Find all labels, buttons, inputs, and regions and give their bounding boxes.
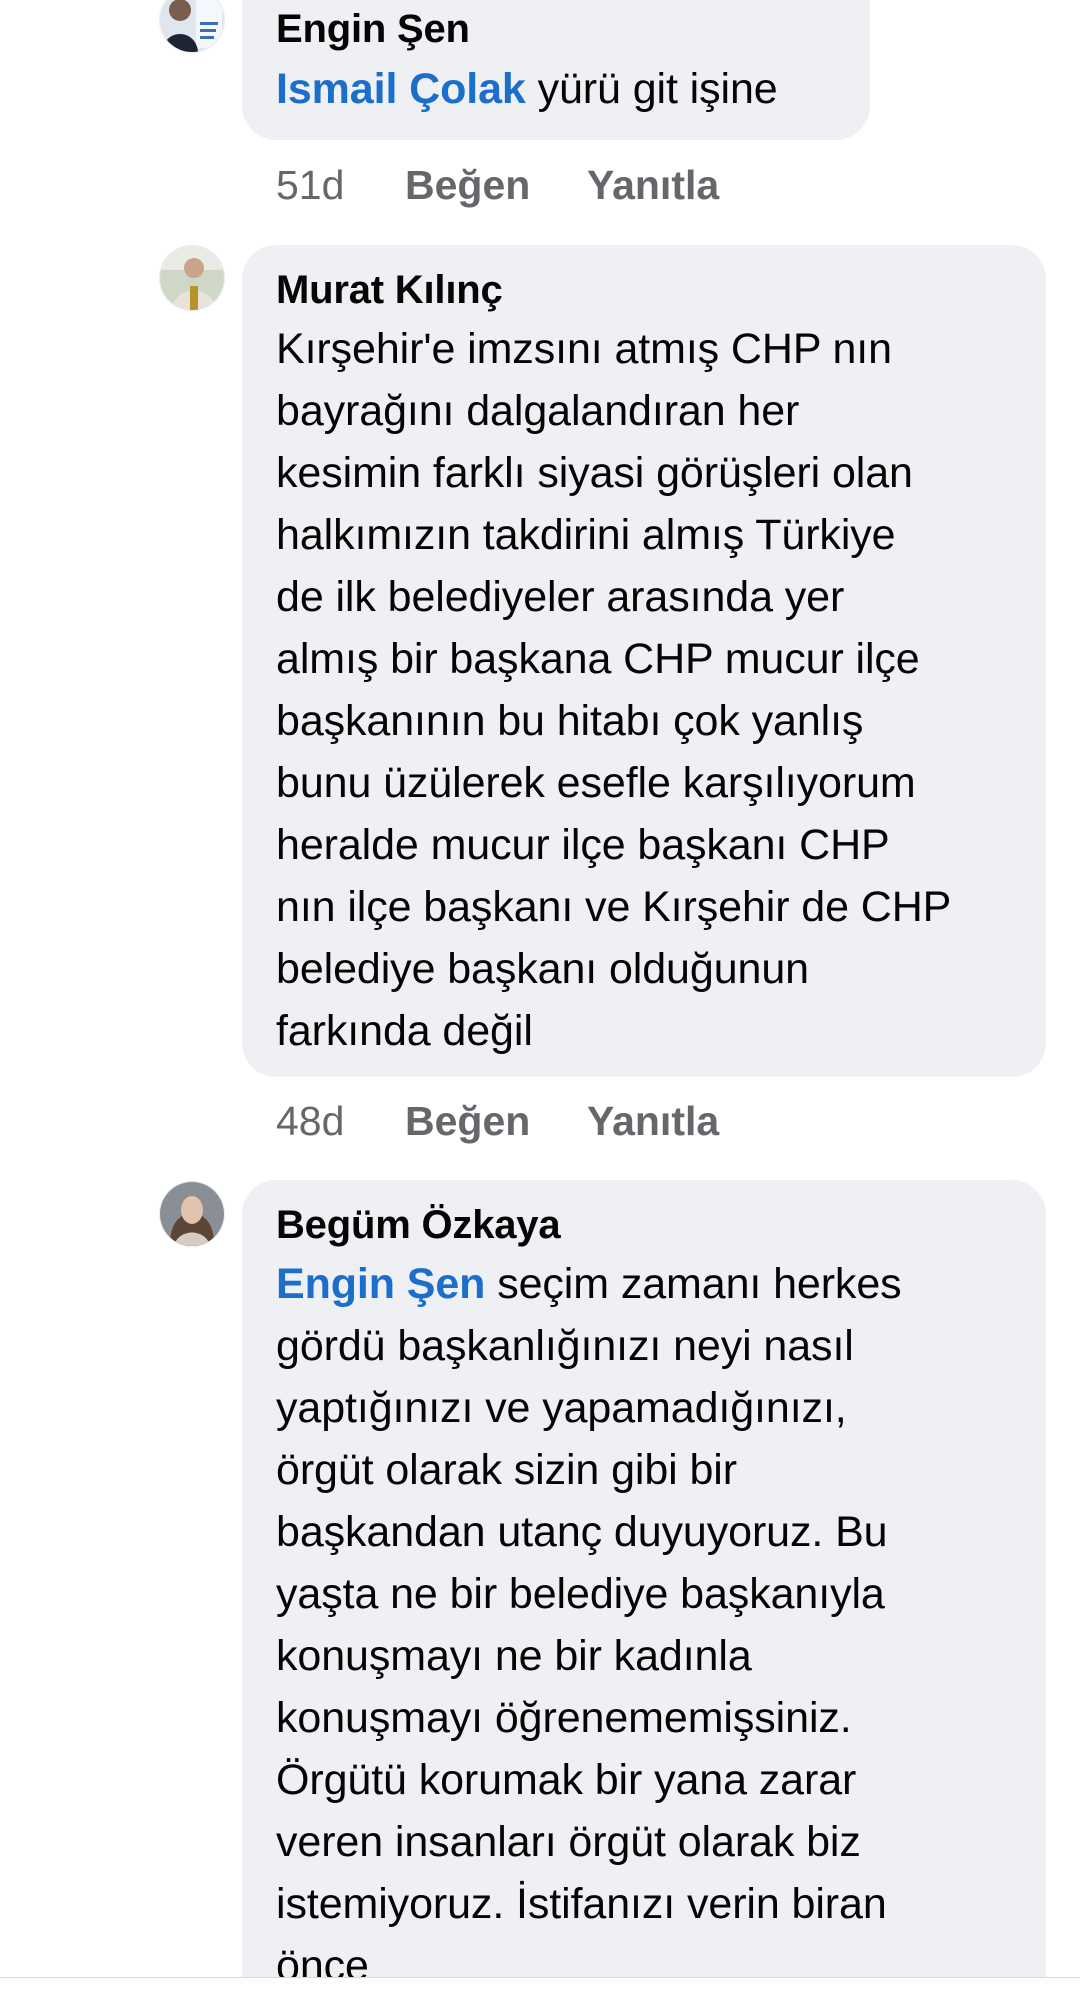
reply-button[interactable]: Yanıtla — [587, 160, 719, 210]
comment-text: Kırşehir'e imzsını atmış CHP nın bayrağı… — [276, 325, 952, 1055]
comment-text-content: seçim zamanı herkes gördü başkanlığınızı… — [276, 1260, 902, 1990]
comment-timestamp[interactable]: 48d — [276, 1096, 405, 1146]
comment-text-content: yürü git işine — [525, 65, 778, 113]
like-button[interactable]: Beğen — [405, 1096, 587, 1146]
avatar[interactable] — [160, 1182, 224, 1246]
comment-author[interactable]: Begüm Özkaya — [276, 1200, 1012, 1250]
comment-timestamp[interactable]: 51d — [276, 160, 405, 210]
comment-author[interactable]: Engin Şen — [276, 4, 836, 54]
comment-bubble: Engin Şen Ismail Çolak yürü git işine — [242, 0, 870, 140]
avatar-image-icon — [160, 0, 224, 52]
comment-actions: 51d Beğen Yanıtla — [276, 160, 719, 210]
avatar-image-icon — [160, 246, 224, 310]
comment-author[interactable]: Murat Kılınç — [276, 265, 1012, 315]
avatar[interactable] — [160, 0, 224, 52]
reply-button[interactable]: Yanıtla — [587, 1096, 719, 1146]
bottom-divider — [0, 1977, 1080, 1992]
mention-link[interactable]: Engin Şen — [276, 1260, 485, 1308]
comment-bubble: Begüm Özkaya Engin Şen seçim zamanı herk… — [242, 1180, 1046, 1992]
comment-bubble: Murat Kılınç Kırşehir'e imzsını atmış CH… — [242, 245, 1046, 1077]
comment-text: Ismail Çolak yürü git işine — [276, 58, 836, 120]
like-button[interactable]: Beğen — [405, 160, 587, 210]
mention-link[interactable]: Ismail Çolak — [276, 65, 526, 113]
comment-text: Engin Şen seçim zamanı herkes gördü başk… — [276, 1253, 1012, 1997]
avatar[interactable] — [160, 246, 224, 310]
comment-actions: 48d Beğen Yanıtla — [276, 1096, 719, 1146]
avatar-image-icon — [160, 1182, 224, 1246]
